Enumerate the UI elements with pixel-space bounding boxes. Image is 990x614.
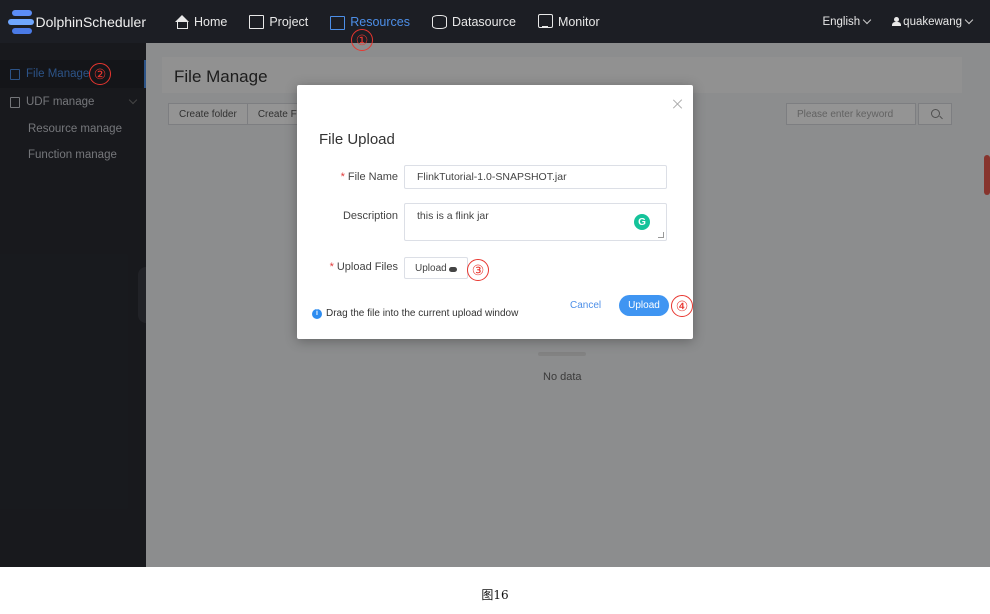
cancel-button[interactable]: Cancel — [570, 300, 601, 311]
language-dropdown[interactable]: English — [822, 15, 872, 28]
nav-monitor-label: Monitor — [557, 14, 600, 29]
top-right-menu: English quakewang — [822, 15, 990, 28]
annotation-step-1: ① — [351, 29, 373, 51]
close-icon[interactable] — [673, 99, 683, 109]
annotation-step-3: ③ — [467, 259, 489, 281]
chevron-down-icon — [862, 15, 872, 24]
dolphin-logo-icon — [8, 7, 34, 37]
upload-file-button[interactable]: Upload — [404, 257, 468, 279]
nav-datasource[interactable]: Datasource — [432, 0, 516, 43]
nav-project[interactable]: Project — [249, 0, 308, 43]
cloud-upload-icon — [448, 266, 457, 272]
project-icon — [249, 14, 265, 29]
user-name: quakewang — [903, 15, 962, 28]
brand[interactable]: DolphinScheduler — [0, 7, 146, 37]
description-value: this is a flink jar — [417, 210, 489, 222]
dialog-title: File Upload — [319, 131, 395, 148]
upload-files-row: * Upload Files Upload — [297, 257, 468, 279]
nav-resources-label: Resources — [350, 14, 410, 29]
info-icon: i — [312, 308, 322, 319]
drag-hint: i Drag the file into the current upload … — [312, 308, 518, 319]
nav-project-label: Project — [269, 14, 309, 29]
home-icon — [174, 14, 189, 29]
grammarly-icon[interactable]: G — [634, 214, 650, 230]
annotation-step-2: ② — [89, 63, 111, 85]
figure-caption: 图16 — [481, 588, 509, 602]
description-field[interactable]: this is a flink jar G — [404, 203, 667, 241]
resize-handle-icon[interactable] — [658, 232, 664, 238]
main-nav: Home Project Resources Datasource Monito… — [174, 0, 622, 43]
annotation-step-4: ④ — [671, 295, 693, 317]
file-name-row: * File Name FlinkTutorial-1.0-SNAPSHOT.ja… — [297, 165, 667, 189]
file-name-label: * File Name — [340, 171, 398, 183]
top-navbar: DolphinScheduler Home Project Resources … — [0, 0, 990, 43]
file-upload-dialog: File Upload * File Name FlinkTutorial-1.0… — [297, 85, 693, 339]
app-name: DolphinScheduler — [35, 13, 146, 30]
language-label: English — [822, 15, 861, 28]
upload-submit-button[interactable]: Upload — [619, 295, 669, 316]
nav-datasource-label: Datasource — [452, 14, 516, 29]
description-label: Description — [342, 210, 398, 222]
nav-home-label: Home — [194, 14, 228, 29]
file-name-field[interactable]: FlinkTutorial-1.0-SNAPSHOT.jar — [404, 165, 667, 189]
nav-home[interactable]: Home — [174, 0, 227, 43]
description-row: Description this is a flink jar G — [297, 203, 667, 241]
database-icon — [432, 14, 447, 29]
chevron-down-icon — [964, 15, 974, 24]
monitor-icon — [537, 13, 553, 28]
upload-files-label: * Upload Files — [329, 261, 398, 273]
user-icon — [892, 17, 902, 26]
nav-monitor[interactable]: Monitor — [537, 0, 600, 43]
user-dropdown[interactable]: quakewang — [892, 15, 974, 28]
folder-icon — [330, 15, 346, 30]
